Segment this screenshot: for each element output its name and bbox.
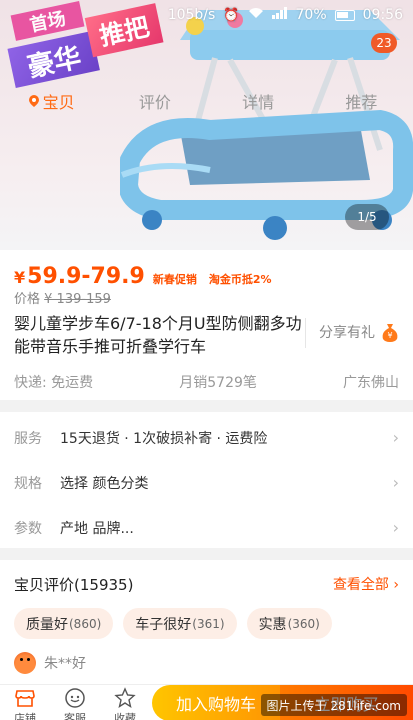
store-icon (15, 690, 35, 707)
view-all-label: 查看全部 (332, 577, 394, 593)
tab-reviews-label: 评价 (138, 93, 171, 112)
reviewer: 朱**好 (14, 652, 86, 674)
chevron-right-icon: › (392, 428, 399, 447)
meta-row: 快递: 免运费 月销5729笔 广东佛山 (14, 372, 399, 392)
review-tags: 质量好 (860) 车子很好 (361) 实惠 (360) (14, 608, 332, 639)
tab-recommend[interactable]: 推荐 (310, 86, 413, 116)
svg-text:¥: ¥ (387, 331, 392, 340)
reviews-card: 宝贝评价(15935) 查看全部 › 质量好 (860) 车子很好 (361) 实惠… (0, 560, 413, 684)
favorite-label: 收藏 (114, 712, 136, 720)
battery-icon (334, 9, 355, 21)
status-bar: 105b/s ⏰ 70% 09:56 (0, 0, 413, 30)
option-value: 产地 品牌... (60, 520, 134, 537)
price-range: 59.9-79.9 (27, 264, 145, 289)
chevron-right-icon: › (392, 473, 399, 492)
avatar (14, 652, 36, 674)
currency-symbol: ¥ (14, 268, 26, 287)
alarm-icon: ⏰ (223, 7, 240, 23)
nav-tabs: 宝贝 评价 详情 推荐 (0, 86, 413, 116)
view-all-reviews-link[interactable]: 查看全部 › (333, 574, 399, 595)
option-key: 参数 (14, 520, 42, 537)
chip-count: (360) (287, 616, 320, 631)
chip-count: (860) (69, 616, 102, 631)
chip-count: (361) (192, 616, 225, 631)
signal-icon (271, 7, 288, 23)
option-service[interactable]: 服务 15天退货 · 1次破损补寄 · 运费险 › (0, 415, 413, 460)
product-title: 婴儿童学步车6/7-18个月U型防侧翻多功能带音乐手推可折叠学行车 (14, 314, 302, 356)
options-card: 服务 15天退货 · 1次破损补寄 · 运费险 › 规格 选择 颜色分类 › 参… (0, 412, 413, 548)
store-label: 店铺 (14, 712, 36, 720)
battery-percent: 70% (295, 7, 327, 23)
tab-item-label: 宝贝 (42, 93, 75, 112)
original-price-label: 价格 (14, 292, 41, 307)
divider (305, 318, 306, 348)
share-label: 分享有礼 (319, 325, 375, 341)
chevron-right-icon: › (392, 518, 399, 537)
chat-face-icon (65, 688, 85, 708)
network-speed: 105b/s (167, 7, 216, 23)
chip-label: 质量好 (26, 616, 68, 633)
share-button[interactable]: 分享有礼 ¥ (305, 318, 399, 348)
promo-tag-coins: 淘金币抵2% (208, 273, 272, 286)
option-key: 规格 (14, 475, 42, 492)
reviews-title: 宝贝评价(15935) (14, 576, 134, 594)
ship-location: 广东佛山 (343, 375, 399, 391)
watermark: 图片上传于 281life.com (260, 694, 407, 716)
location-pin-icon (28, 95, 39, 107)
option-value: 15天退货 · 1次破损补寄 · 运费险 (60, 430, 268, 447)
tab-reviews[interactable]: 评价 (103, 86, 206, 116)
money-bag-icon: ¥ (382, 324, 398, 342)
tab-item[interactable]: 宝贝 (0, 86, 103, 116)
review-tag-chip[interactable]: 质量好 (860) (14, 608, 114, 639)
monthly-sales: 月销5729笔 (179, 375, 257, 391)
chevron-right-icon: › (393, 577, 399, 593)
tab-details-label: 详情 (242, 93, 275, 112)
tab-details[interactable]: 详情 (207, 86, 310, 116)
reviewer-name: 朱**好 (44, 656, 86, 672)
option-value: 选择 颜色分类 (60, 475, 149, 492)
favorite-button[interactable]: 收藏 (100, 687, 150, 720)
chip-label: 车子很好 (135, 616, 192, 633)
service-label: 客服 (64, 712, 86, 720)
wifi-icon (248, 7, 264, 23)
original-price: 价格 ¥ 139-159 (14, 288, 111, 307)
reviews-header: 宝贝评价(15935) 查看全部 › (14, 574, 399, 595)
customer-service-button[interactable]: 客服 (50, 687, 100, 720)
shipping-info: 快递: 免运费 (14, 375, 94, 391)
price-card: ¥59.9-79.9 新春促销 淘金币抵2% 价格 ¥ 139-159 婴儿童学… (0, 250, 413, 400)
clock: 09:56 (362, 7, 403, 23)
review-tag-chip[interactable]: 车子很好 (361) (123, 608, 237, 639)
option-spec[interactable]: 规格 选择 颜色分类 › (0, 460, 413, 505)
product-page: 105b/s ⏰ 70% 09:56 首场 豪华 推把 23 宝贝 评价 详情 (0, 0, 413, 720)
price: ¥59.9-79.9 (14, 264, 145, 289)
tab-recommend-label: 推荐 (345, 93, 378, 112)
original-price-value: ¥ 139-159 (44, 292, 111, 307)
option-params[interactable]: 参数 产地 品牌... › (0, 505, 413, 550)
image-page-indicator: 1/5 (345, 204, 389, 230)
star-icon (114, 687, 136, 709)
cart-count-badge[interactable]: 23 (371, 33, 397, 53)
option-key: 服务 (14, 430, 42, 447)
store-button[interactable]: 店铺 (0, 687, 50, 720)
promo-tag-spring: 新春促销 (152, 273, 197, 286)
product-image-gallery[interactable]: 105b/s ⏰ 70% 09:56 首场 豪华 推把 23 宝贝 评价 详情 (0, 0, 413, 250)
price-row: ¥59.9-79.9 新春促销 淘金币抵2% (14, 264, 272, 289)
review-tag-chip[interactable]: 实惠 (360) (246, 608, 332, 639)
chip-label: 实惠 (258, 616, 287, 633)
